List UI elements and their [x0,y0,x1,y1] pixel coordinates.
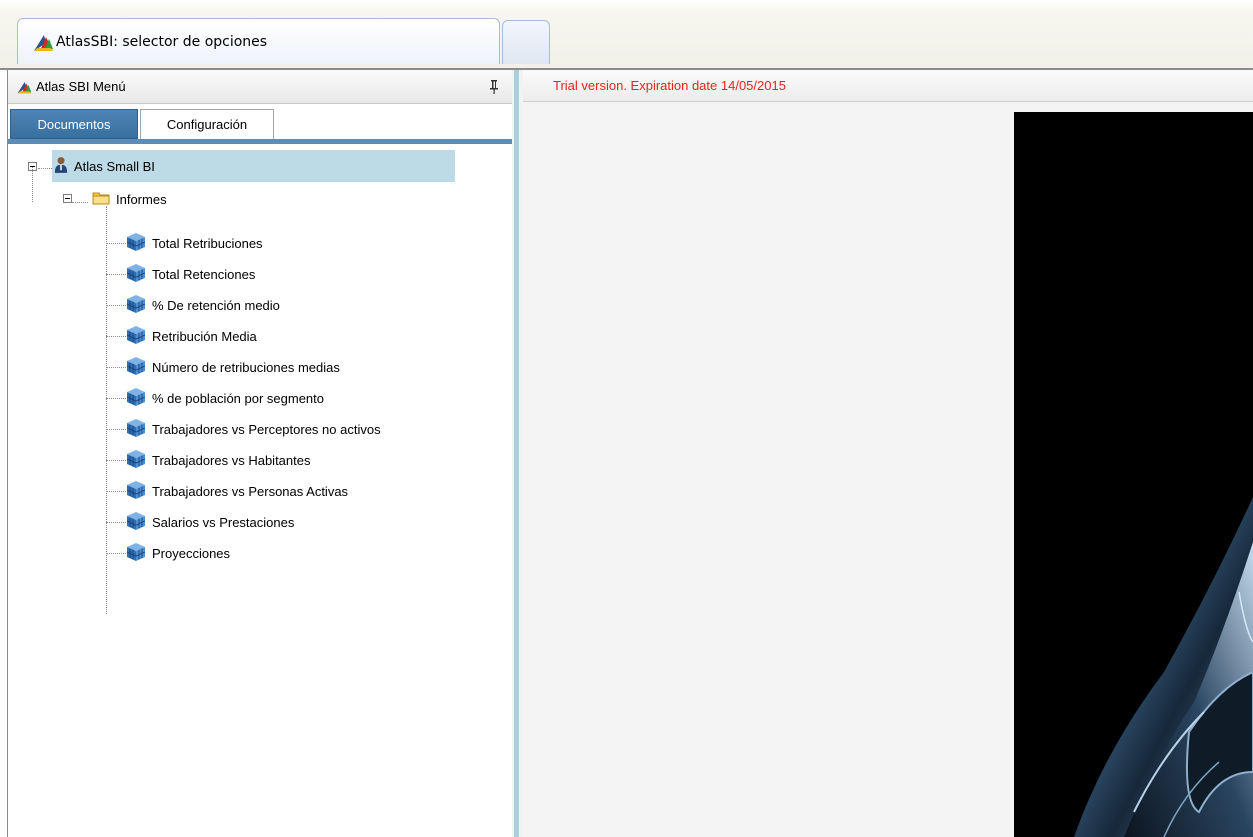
tab-configuracion[interactable]: Configuración [140,109,274,139]
report-item[interactable]: Número de retribuciones medias [126,356,340,378]
report-label: Salarios vs Prestaciones [152,514,295,530]
user-icon [54,156,68,177]
report-label: Retribución Media [152,328,257,344]
cube-icon [126,387,146,410]
tab-title: AtlasSBI: selector de opciones [56,33,268,50]
splitter-bar[interactable] [514,70,519,837]
tab-selector-de-opciones[interactable]: AtlasSBI: selector de opciones [17,18,500,64]
tree-folder-label: Informes [116,191,167,207]
report-label: % De retención medio [152,297,280,313]
cube-icon [126,232,146,255]
report-label: Proyecciones [152,545,231,561]
cube-icon [126,356,146,379]
menu-panel-header: Atlas SBI Menú [8,70,512,104]
menu-panel: Atlas SBI Menú Documentos Configuración [7,70,512,837]
tree-root-label: Atlas Small BI [74,158,155,174]
content-header: Trial version. Expiration date 14/05/201… [523,70,1253,102]
report-label: Número de retribuciones medias [152,359,340,375]
report-label: Total Retribuciones [152,235,263,251]
atlas-brush-icon [16,79,32,95]
report-label: % de población por segmento [152,390,325,406]
documents-tree: Atlas Small BI Informes Total Retribucio… [8,144,512,824]
report-label: Total Retenciones [152,266,256,282]
collapse-folder-toggle[interactable] [63,194,72,203]
cube-icon [126,449,146,472]
cube-icon [126,263,146,286]
panel-splitter[interactable] [512,70,523,837]
cube-icon [126,480,146,503]
tree-root-atlas-small-bi[interactable]: Atlas Small BI [54,155,155,177]
atlas-brush-icon [32,31,54,53]
cube-icon [126,511,146,534]
cube-icon [126,325,146,348]
tree-folder-informes[interactable]: Informes [92,188,167,210]
report-item[interactable]: Trabajadores vs Perceptores no activos [126,418,381,440]
tab-new[interactable] [502,20,550,64]
splash-image [1014,112,1253,837]
report-item[interactable]: Total Retenciones [126,263,255,285]
report-item[interactable]: Salarios vs Prestaciones [126,511,294,533]
report-label: Trabajadores vs Perceptores no activos [152,421,381,437]
report-item[interactable]: Total Retribuciones [126,232,263,254]
report-item[interactable]: Retribución Media [126,325,257,347]
menu-panel-title: Atlas SBI Menú [36,79,126,94]
report-item[interactable]: % De retención medio [126,294,280,316]
document-tab-strip: AtlasSBI: selector de opciones [0,0,1253,70]
cube-icon [126,542,146,565]
folder-icon [92,191,110,208]
report-item[interactable]: % de población por segmento [126,387,324,409]
report-label: Trabajadores vs Personas Activas [152,483,349,499]
pin-icon[interactable] [488,79,500,95]
report-item[interactable]: Proyecciones [126,542,230,564]
menu-panel-tabs: Documentos Configuración [8,109,512,139]
report-label: Trabajadores vs Habitantes [152,452,311,468]
trial-notice: Trial version. Expiration date 14/05/201… [553,78,786,93]
tab-documentos[interactable]: Documentos [10,109,138,139]
cube-icon [126,418,146,441]
content-area: Trial version. Expiration date 14/05/201… [523,70,1253,837]
report-item[interactable]: Trabajadores vs Personas Activas [126,480,348,502]
cube-icon [126,294,146,317]
report-item[interactable]: Trabajadores vs Habitantes [126,449,311,471]
